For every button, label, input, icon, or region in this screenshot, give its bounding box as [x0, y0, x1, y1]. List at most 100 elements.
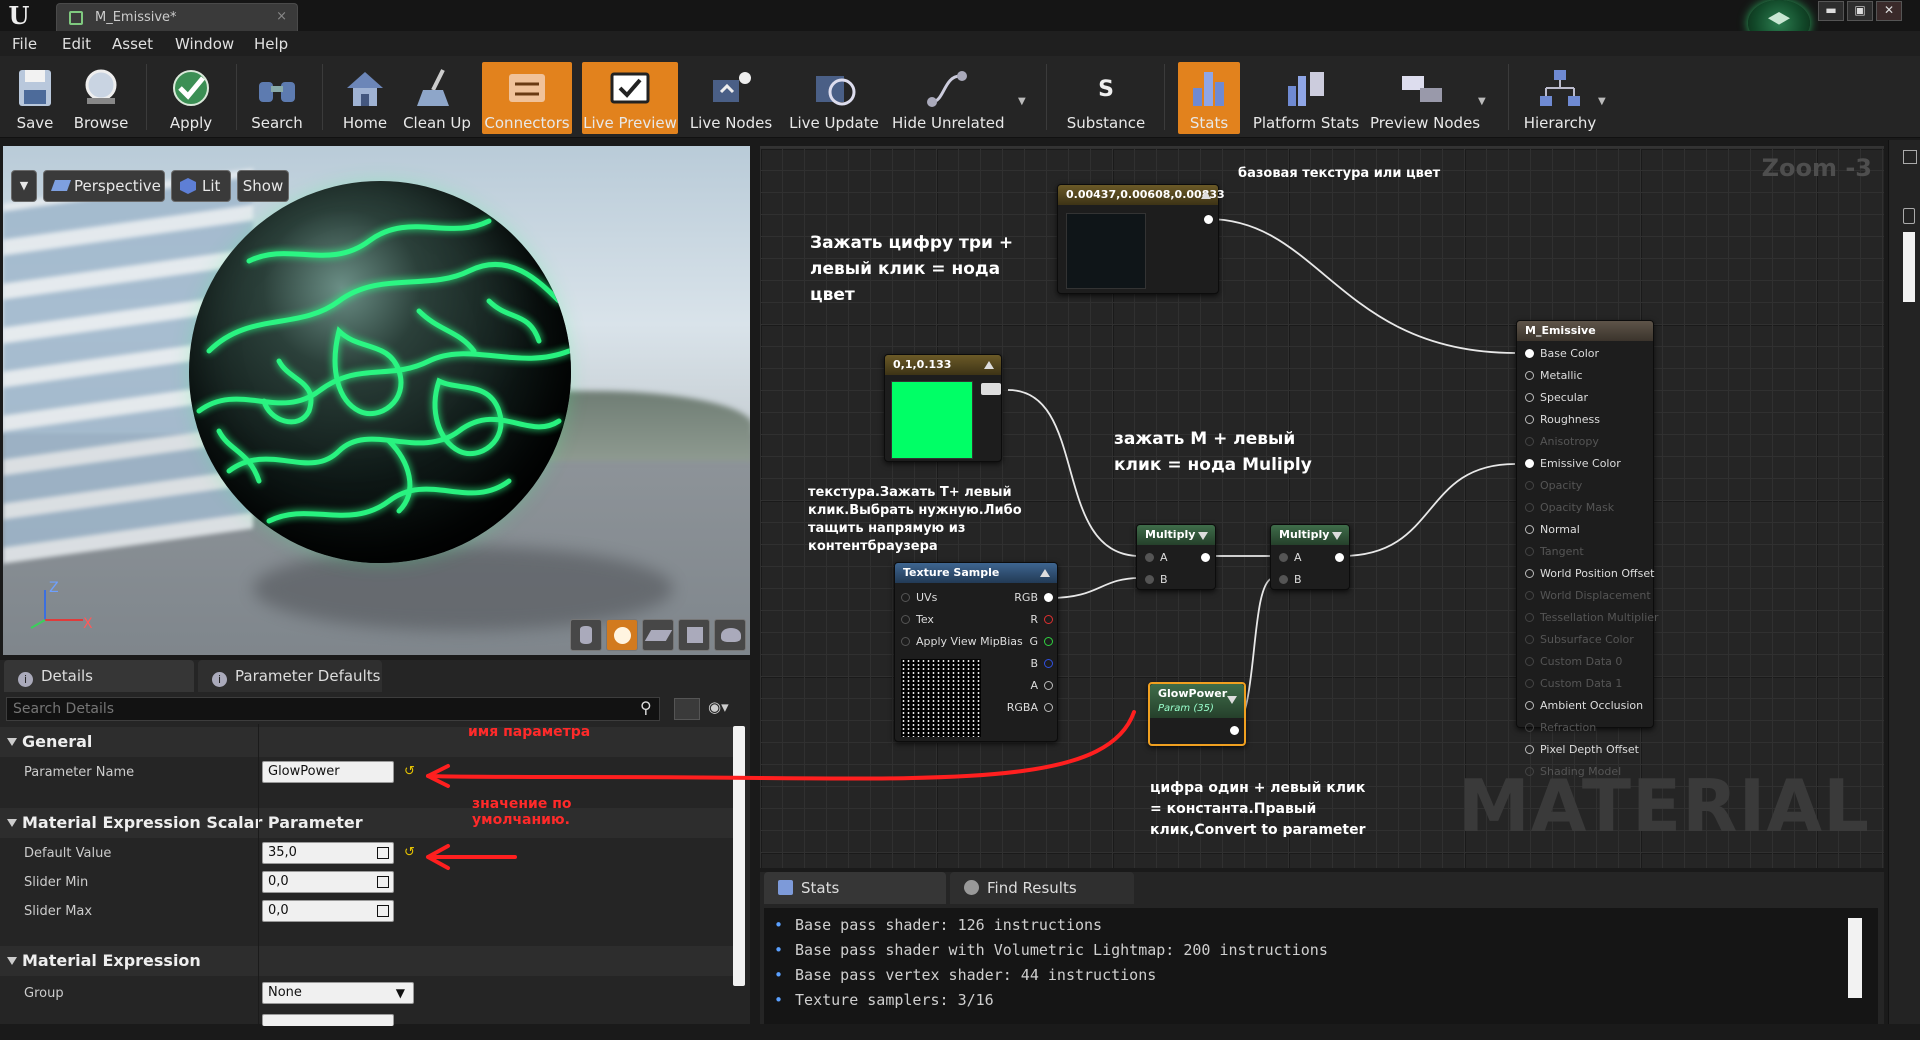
preview-plane-button[interactable] — [642, 619, 674, 651]
details-scrollbar[interactable] — [733, 726, 745, 986]
document-tab[interactable]: M_Emissive* × — [56, 3, 298, 31]
tab-stats[interactable]: Stats — [764, 872, 946, 904]
input-pin-uvs[interactable]: UVs — [901, 591, 937, 604]
material-result-node[interactable]: M_Emissive Base Color Metallic Specular Rou… — [1516, 320, 1659, 778]
eye-dropdown-icon[interactable]: ◉▾ — [708, 698, 729, 716]
constant3vector-node[interactable]: 0.00437,0.00608,0.00833 — [1057, 184, 1225, 294]
material-pin-custom-data-0[interactable]: Custom Data 0 — [1525, 655, 1622, 668]
tab-close-icon[interactable]: × — [276, 9, 287, 24]
output-pin[interactable] — [1329, 551, 1344, 564]
close-window-button[interactable]: ✕ — [1876, 1, 1902, 21]
substance-button[interactable]: S Substance — [1060, 62, 1152, 134]
input-pin-a[interactable]: A — [1145, 551, 1168, 564]
input-pin-mipbias[interactable]: Apply View MipBias — [901, 635, 1023, 648]
menu-edit[interactable]: Edit — [62, 35, 91, 53]
palette-side-strip[interactable] — [1888, 140, 1920, 1024]
glowpower-parameter-node[interactable]: GlowPower Param (35) — [1148, 682, 1246, 746]
apply-button[interactable]: Apply — [160, 62, 222, 134]
preview-nodes-button[interactable]: Preview Nodes — [1370, 62, 1480, 134]
multiply-node-2[interactable]: Multiply A B — [1270, 524, 1350, 590]
output-pin-r[interactable]: R — [1030, 613, 1053, 626]
output-pin[interactable] — [1198, 213, 1213, 226]
output-pin-g[interactable]: G — [1029, 635, 1053, 648]
view-options-grid-icon[interactable] — [674, 698, 700, 720]
input-pin-a[interactable]: A — [1279, 551, 1302, 564]
material-pin-ambient-occlusion[interactable]: Ambient Occlusion — [1525, 699, 1643, 712]
tab-details[interactable]: i Details — [4, 660, 194, 692]
slider-max-field[interactable]: 0,0 — [262, 900, 394, 922]
multiply-node-1[interactable]: Multiply A B — [1136, 524, 1216, 590]
menu-window[interactable]: Window — [175, 35, 234, 53]
output-pin[interactable] — [1195, 551, 1210, 564]
tab-find-results[interactable]: Find Results — [950, 872, 1134, 904]
hierarchy-button[interactable]: Hierarchy — [1520, 62, 1600, 134]
browse-button[interactable]: Browse — [70, 62, 132, 134]
input-pin-b[interactable]: B — [1279, 573, 1302, 586]
material-pin-emissive-color[interactable]: Emissive Color — [1525, 457, 1621, 470]
output-pin-rgb[interactable]: RGB — [1014, 591, 1053, 604]
material-pin-tangent[interactable]: Tangent — [1525, 545, 1584, 558]
show-button[interactable]: Show — [237, 170, 289, 202]
clean-up-button[interactable]: Clean Up — [400, 62, 474, 134]
menu-asset[interactable]: Asset — [112, 35, 153, 53]
hide-unrelated-button[interactable]: Hide Unrelated — [892, 62, 1005, 134]
texture-sample-node[interactable]: Texture Sample UVs Tex Apply View MipBia… — [894, 562, 1058, 742]
viewport-options-dropdown-icon[interactable]: ▼ — [11, 170, 37, 202]
live-preview-button[interactable]: Live Preview — [582, 62, 678, 134]
search-details-input[interactable] — [6, 697, 660, 721]
preview-mesh-button[interactable] — [714, 619, 746, 651]
material-pin-shading-model[interactable]: Shading Model — [1525, 765, 1621, 778]
section-material-expression[interactable]: Material Expression — [0, 946, 733, 976]
stats-button[interactable]: Stats — [1178, 62, 1240, 134]
reset-to-default-icon[interactable]: ↺ — [404, 764, 415, 779]
material-pin-world-displacement[interactable]: World Displacement — [1525, 589, 1651, 602]
default-value-field[interactable]: 35,0 — [262, 842, 394, 864]
reset-to-default-icon[interactable]: ↺ — [404, 845, 415, 860]
hide-unrelated-dropdown-icon[interactable]: ▼ — [1018, 96, 1026, 107]
material-pin-specular[interactable]: Specular — [1525, 391, 1588, 404]
perspective-button[interactable]: Perspective — [43, 170, 165, 202]
preview-sphere-button[interactable] — [606, 619, 638, 651]
material-pin-custom-data-1[interactable]: Custom Data 1 — [1525, 677, 1622, 690]
tab-parameter-defaults[interactable]: i Parameter Defaults — [198, 660, 382, 692]
save-button[interactable]: Save — [6, 62, 64, 134]
restore-button[interactable]: ▣ — [1847, 1, 1873, 21]
output-pin[interactable] — [1224, 724, 1239, 737]
material-pin-opacity[interactable]: Opacity — [1525, 479, 1582, 492]
material-pin-metallic[interactable]: Metallic — [1525, 369, 1583, 382]
live-update-button[interactable]: Live Update — [788, 62, 880, 134]
output-pin-rgba[interactable]: RGBA — [1007, 701, 1053, 714]
material-pin-tessellation-multiplier[interactable]: Tessellation Multiplier — [1525, 611, 1659, 624]
slider-min-field[interactable]: 0,0 — [262, 871, 394, 893]
group-select[interactable]: None ▼ — [262, 982, 414, 1004]
minimize-button[interactable]: ▬ — [1818, 1, 1844, 21]
material-pin-pixel-depth-offset[interactable]: Pixel Depth Offset — [1525, 743, 1639, 756]
parameter-name-field[interactable]: GlowPower — [262, 761, 394, 783]
hierarchy-dropdown-icon[interactable]: ▼ — [1598, 96, 1606, 107]
connectors-button[interactable]: Connectors — [482, 62, 572, 134]
search-button[interactable]: Search — [246, 62, 308, 134]
material-graph[interactable]: Zoom -3 MATERIAL базовая текстура или цв… — [760, 146, 1884, 868]
home-button[interactable]: Home — [336, 62, 394, 134]
platform-stats-button[interactable]: Platform Stats — [1250, 62, 1362, 134]
material-pin-normal[interactable]: Normal — [1525, 523, 1580, 536]
material-pin-refraction[interactable]: Refraction — [1525, 721, 1596, 734]
section-scalar-parameter[interactable]: Material Expression Scalar Parameter — [0, 808, 733, 838]
section-general[interactable]: General — [0, 727, 733, 757]
constant4vector-node[interactable]: 0,1,0.133 — [884, 354, 1002, 462]
stats-scrollbar[interactable] — [1848, 918, 1862, 998]
preview-viewport[interactable]: ▼ Perspective Lit Show Z X — [3, 146, 750, 655]
lit-button[interactable]: Lit — [171, 170, 231, 202]
menu-file[interactable]: File — [12, 35, 37, 53]
output-pin[interactable] — [981, 383, 1001, 395]
preview-nodes-dropdown-icon[interactable]: ▼ — [1478, 96, 1486, 107]
output-pin-b[interactable]: B — [1030, 657, 1053, 670]
palette-scrollbar[interactable] — [1903, 232, 1915, 302]
input-pin-tex[interactable]: Tex — [901, 613, 934, 626]
preview-cube-button[interactable] — [678, 619, 710, 651]
material-pin-base-color[interactable]: Base Color — [1525, 347, 1599, 360]
material-pin-anisotropy[interactable]: Anisotropy — [1525, 435, 1599, 448]
material-pin-world-position-offset[interactable]: World Position Offset — [1525, 567, 1654, 580]
preview-cylinder-button[interactable] — [570, 619, 602, 651]
material-pin-roughness[interactable]: Roughness — [1525, 413, 1600, 426]
